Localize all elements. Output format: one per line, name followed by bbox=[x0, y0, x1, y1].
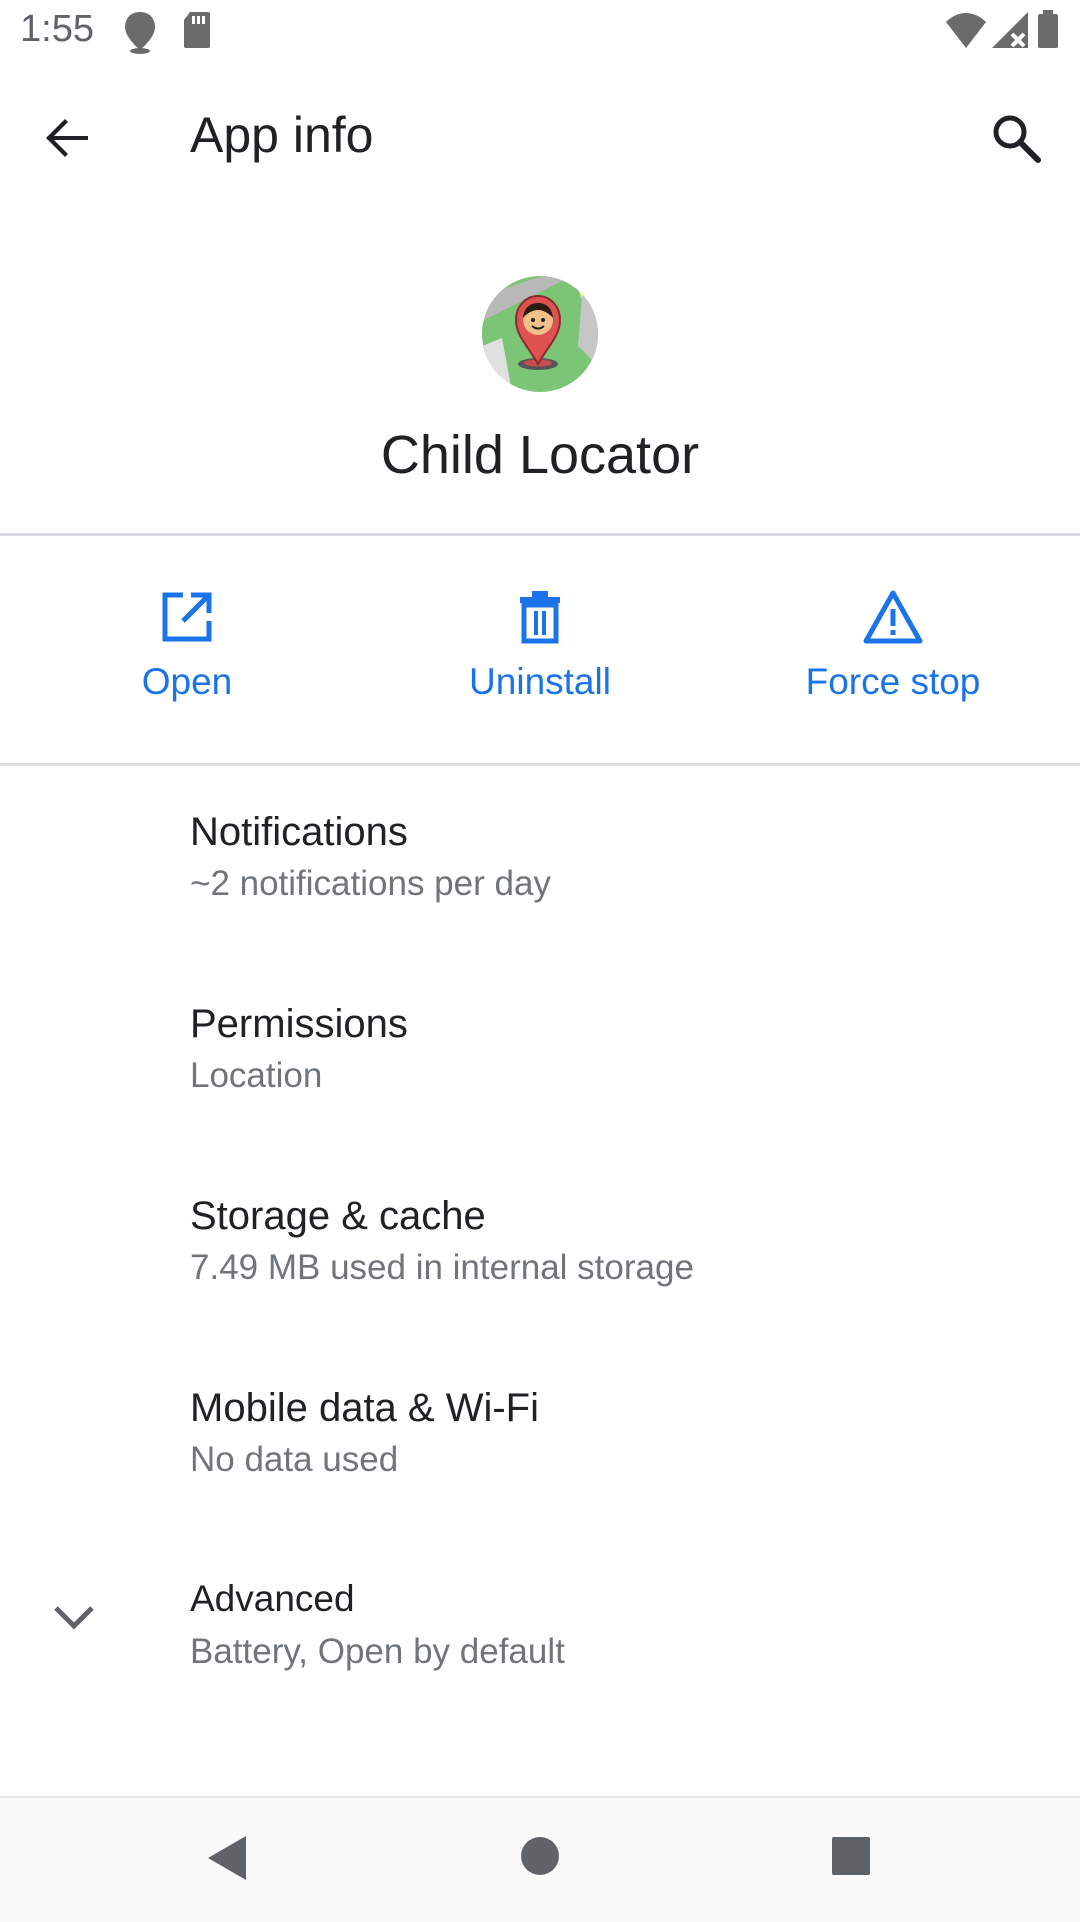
item-title: Advanced bbox=[190, 1578, 355, 1619]
action-bar: Open Uninstall Force stop bbox=[0, 537, 1080, 763]
item-summary: Battery, Open by default bbox=[190, 1632, 565, 1671]
advanced-item[interactable]: Advanced Battery, Open by default bbox=[0, 1578, 1080, 1688]
home-nav-icon[interactable] bbox=[520, 1836, 560, 1881]
status-time: 1:55 bbox=[20, 8, 94, 50]
mobile-data-wifi-item[interactable]: Mobile data & Wi-Fi No data used bbox=[0, 1386, 1080, 1496]
cell-signal-icon bbox=[990, 10, 1030, 55]
battery-icon bbox=[1036, 10, 1060, 55]
force-stop-label: Force stop bbox=[805, 661, 981, 702]
child-locator-app-icon bbox=[482, 276, 598, 392]
warning-icon bbox=[743, 589, 1043, 645]
permissions-item[interactable]: Permissions Location bbox=[0, 1002, 1080, 1112]
item-summary: No data used bbox=[190, 1440, 399, 1479]
chevron-down-icon bbox=[48, 1592, 100, 1644]
search-icon[interactable] bbox=[986, 108, 1046, 168]
divider bbox=[0, 533, 1080, 536]
item-title: Permissions bbox=[190, 1002, 408, 1046]
divider bbox=[0, 763, 1080, 766]
status-bar: 1:55 bbox=[0, 0, 1080, 66]
back-arrow-icon[interactable] bbox=[40, 110, 96, 166]
app-header: Child Locator bbox=[0, 210, 1080, 534]
item-title: Notifications bbox=[190, 810, 408, 854]
item-summary: 7.49 MB used in internal storage bbox=[190, 1248, 694, 1287]
item-title: Storage & cache bbox=[190, 1194, 486, 1238]
app-name: Child Locator bbox=[380, 425, 700, 485]
uninstall-label: Uninstall bbox=[469, 661, 611, 702]
page-title: App info bbox=[190, 107, 374, 163]
app-bar: App info bbox=[0, 66, 1080, 210]
open-button[interactable]: Open bbox=[37, 589, 337, 719]
item-summary: Location bbox=[190, 1056, 323, 1095]
system-nav-bar bbox=[0, 1796, 1080, 1922]
notifications-item[interactable]: Notifications ~2 notifications per day bbox=[0, 810, 1080, 920]
open-label: Open bbox=[141, 661, 233, 702]
item-summary: ~2 notifications per day bbox=[190, 864, 551, 903]
item-title: Mobile data & Wi-Fi bbox=[190, 1386, 539, 1430]
force-stop-button[interactable]: Force stop bbox=[743, 589, 1043, 719]
open-in-new-icon bbox=[37, 589, 337, 645]
back-nav-icon[interactable] bbox=[206, 1834, 250, 1887]
trash-icon bbox=[390, 589, 690, 645]
storage-cache-item[interactable]: Storage & cache 7.49 MB used in internal… bbox=[0, 1194, 1080, 1304]
uninstall-button[interactable]: Uninstall bbox=[390, 589, 690, 719]
wifi-icon bbox=[944, 10, 988, 55]
location-icon bbox=[122, 10, 158, 59]
sd-card-icon bbox=[182, 10, 212, 55]
recents-nav-icon[interactable] bbox=[831, 1836, 871, 1881]
